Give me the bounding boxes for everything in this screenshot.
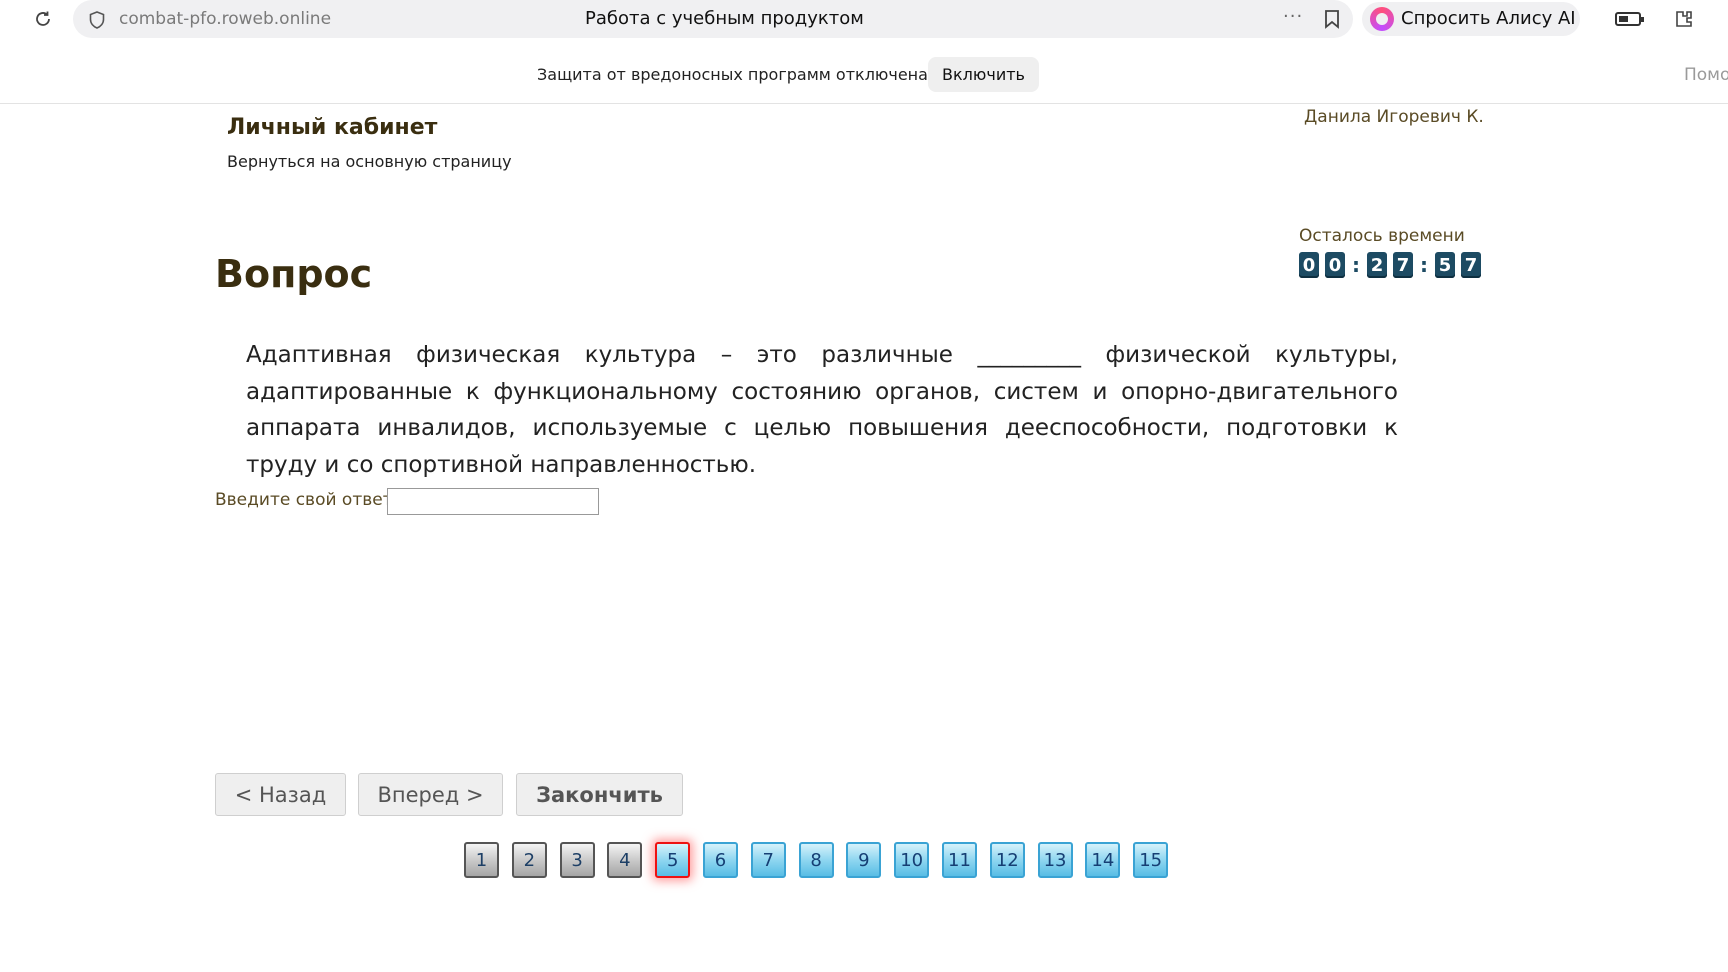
page-button-4[interactable]: 4 (607, 842, 643, 878)
reload-icon[interactable] (30, 6, 56, 32)
timer-digit: 0 (1325, 252, 1345, 278)
more-icon[interactable]: ··· (1283, 6, 1303, 27)
page-button-8[interactable]: 8 (798, 842, 834, 878)
battery-icon (1615, 12, 1644, 26)
page-button-1[interactable]: 1 (464, 842, 499, 878)
infobar-message: Защита от вредоносных программ отключена (537, 65, 928, 84)
timer-digit: 7 (1393, 252, 1413, 278)
page-button-13[interactable]: 13 (1037, 842, 1073, 878)
answer-label: Введите свой ответ (215, 490, 393, 510)
page-button-3[interactable]: 3 (559, 842, 595, 878)
timer-separator: : (1420, 253, 1428, 277)
page-button-7[interactable]: 7 (750, 842, 786, 878)
page-button-6[interactable]: 6 (702, 842, 738, 878)
page-button-11[interactable]: 11 (941, 842, 977, 878)
enable-protection-button[interactable]: Включить (928, 57, 1039, 92)
bookmark-icon[interactable] (1320, 7, 1344, 31)
answer-input[interactable] (387, 488, 599, 515)
timer-digit: 5 (1435, 252, 1455, 278)
user-name: Данила Игоревич К. (1304, 107, 1484, 127)
shield-icon[interactable] (86, 9, 108, 31)
back-button[interactable]: < Назад (215, 773, 346, 816)
alice-label[interactable]: Спросить Алису AI (1401, 8, 1576, 29)
timer-digit: 0 (1299, 252, 1319, 278)
page-button-14[interactable]: 14 (1085, 842, 1121, 878)
question-heading: Вопрос (215, 252, 373, 296)
countdown-timer: 0 0 : 2 7 : 5 7 (1299, 252, 1487, 278)
page-button-5[interactable]: 5 (655, 842, 691, 878)
timer-label: Осталось времени (1299, 226, 1465, 246)
next-button[interactable]: Вперед > (358, 773, 503, 816)
finish-button[interactable]: Закончить (516, 773, 683, 816)
extensions-icon[interactable] (1672, 7, 1696, 31)
question-pagination: 1 2 3 4 5 6 7 8 9 10 11 12 13 14 15 (464, 842, 1181, 878)
alice-icon (1370, 7, 1394, 31)
page-button-10[interactable]: 10 (894, 842, 930, 878)
cabinet-title: Личный кабинет (227, 115, 438, 140)
page-button-2[interactable]: 2 (511, 842, 547, 878)
back-to-main-link[interactable]: Вернуться на основную страницу (227, 152, 512, 171)
page-button-12[interactable]: 12 (989, 842, 1025, 878)
url-text[interactable]: combat-pfo.roweb.online (119, 9, 331, 29)
page-button-15[interactable]: 15 (1133, 842, 1169, 878)
timer-separator: : (1352, 253, 1360, 277)
help-link[interactable]: Помощь (1684, 65, 1728, 85)
page-title: Работа с учебным продуктом (585, 8, 864, 29)
page-button-9[interactable]: 9 (846, 842, 882, 878)
timer-digit: 7 (1461, 252, 1481, 278)
question-text: Адаптивная физическая культура – это раз… (246, 342, 1398, 478)
timer-digit: 2 (1367, 252, 1387, 278)
